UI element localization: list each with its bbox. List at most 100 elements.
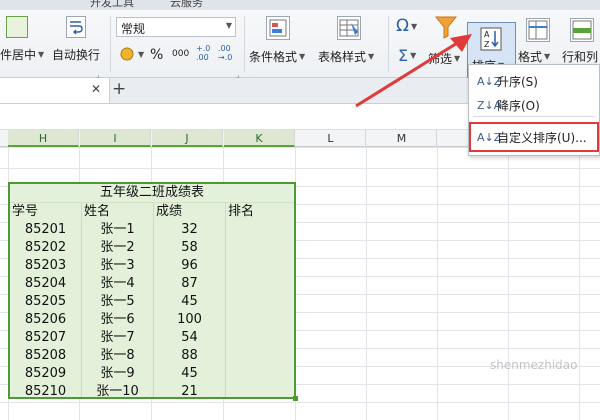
- header-rank[interactable]: 排名: [228, 203, 254, 221]
- cell-student-id[interactable]: 85204: [10, 275, 81, 293]
- wrap-text-label: 自动换行: [52, 48, 101, 62]
- table-row[interactable]: 85204 张一4 87: [10, 275, 294, 293]
- cell-student-id[interactable]: 85207: [10, 329, 81, 347]
- table-title: 五年级二班成绩表: [99, 185, 204, 200]
- cell-name[interactable]: 张一10: [82, 383, 153, 401]
- cell-score[interactable]: 32: [154, 221, 225, 239]
- header-score[interactable]: 成绩: [156, 203, 182, 221]
- cell-name[interactable]: 张一1: [82, 221, 153, 239]
- column-header[interactable]: M: [367, 130, 437, 147]
- tab-developer[interactable]: 开发工具: [90, 0, 134, 10]
- menu-divider: [473, 116, 595, 117]
- wrap-text-button[interactable]: 自动换行: [52, 46, 100, 63]
- cell-student-id[interactable]: 85208: [10, 347, 81, 365]
- cell-score[interactable]: 100: [154, 311, 225, 329]
- menu-item-sort-descending[interactable]: Z↓A 降序(O): [469, 94, 599, 116]
- chevron-down-icon: ▼: [544, 52, 551, 61]
- ribbon-tab-strip: 开发工具 云服务: [0, 0, 600, 10]
- cell-student-id[interactable]: 85202: [10, 239, 81, 257]
- wrap-text-icon[interactable]: [66, 16, 86, 38]
- cell-score[interactable]: 88: [154, 347, 225, 365]
- cell-score[interactable]: 45: [154, 365, 225, 383]
- menu-item-sort-ascending[interactable]: A↓Z 升序(S): [469, 70, 599, 92]
- table-row[interactable]: 85202 张一2 58: [10, 239, 294, 257]
- fill-handle[interactable]: [293, 396, 298, 401]
- number-format-select[interactable]: 常规 ▼: [116, 17, 236, 37]
- sort-ascending-icon: A↓Z: [477, 74, 502, 88]
- conditional-format-label: 条件格式: [249, 50, 298, 64]
- table-row[interactable]: 85208 张一8 88: [10, 347, 294, 365]
- cell-score[interactable]: 45: [154, 293, 225, 311]
- cell-score[interactable]: 87: [154, 275, 225, 293]
- cell-name[interactable]: 张一4: [82, 275, 153, 293]
- table-row[interactable]: 85209 张一9 45: [10, 365, 294, 383]
- chevron-down-icon: ▼: [299, 52, 306, 61]
- cell-score[interactable]: 58: [154, 239, 225, 257]
- cell-student-id[interactable]: 85201: [10, 221, 81, 239]
- cell-name[interactable]: 张一5: [82, 293, 153, 311]
- cell-student-id[interactable]: 85203: [10, 257, 81, 275]
- table-row[interactable]: 85207 张一7 54: [10, 329, 294, 347]
- format-label: 格式: [518, 50, 543, 64]
- cell-name[interactable]: 张一3: [82, 257, 153, 275]
- percent-button[interactable]: %: [150, 47, 163, 63]
- table-row[interactable]: 85203 张一3 96: [10, 257, 294, 275]
- cell-student-id[interactable]: 85205: [10, 293, 81, 311]
- cell-score[interactable]: 96: [154, 257, 225, 275]
- merge-center-button[interactable]: 件居中 ▼: [0, 46, 44, 63]
- row-col-icon: [570, 18, 594, 42]
- sort-az-icon: AZ: [480, 27, 502, 54]
- svg-text:Z: Z: [484, 40, 490, 49]
- thousands-button[interactable]: 000: [172, 49, 189, 59]
- number-format-value: 常规: [121, 22, 146, 36]
- column-header[interactable]: I: [80, 130, 151, 147]
- ribbon-divider: [244, 16, 245, 72]
- increase-decimal-label: +.0 .00: [196, 44, 211, 62]
- sort-descending-label: 降序(O): [497, 98, 540, 113]
- column-header[interactable]: L: [296, 130, 366, 147]
- row-col-button[interactable]: 行和列: [562, 48, 598, 65]
- new-tab-icon[interactable]: +: [112, 79, 126, 99]
- percent-label: %: [150, 47, 164, 63]
- cell-student-id[interactable]: 85210: [10, 383, 81, 401]
- column-header[interactable]: J: [152, 130, 223, 147]
- format-icon: [526, 18, 550, 42]
- menu-item-custom-sort[interactable]: A↓Z 自定义排序(U)...: [469, 122, 599, 152]
- cell-student-id[interactable]: 85209: [10, 365, 81, 383]
- table-row[interactable]: 85201 张一1 32: [10, 221, 294, 239]
- tab-cloud[interactable]: 云服务: [170, 0, 203, 10]
- cell-name[interactable]: 张一7: [82, 329, 153, 347]
- decrease-decimal-button[interactable]: .00 →.0: [218, 44, 236, 62]
- column-header[interactable]: H: [8, 130, 79, 147]
- cell-name[interactable]: 张一9: [82, 365, 153, 383]
- column-header[interactable]: K: [224, 130, 295, 147]
- grade-table[interactable]: 五年级二班成绩表 学号 姓名 成绩 排名 85201 张一1 32 85202 张一2 5…: [8, 182, 296, 399]
- cell-score[interactable]: 21: [154, 383, 225, 401]
- header-student-id[interactable]: 学号: [12, 203, 38, 221]
- document-tab[interactable]: ✕: [0, 78, 110, 103]
- chevron-down-icon: ▼: [225, 21, 232, 30]
- conditional-format-icon: [266, 16, 290, 40]
- cell-student-id[interactable]: 85206: [10, 311, 81, 329]
- header-name[interactable]: 姓名: [84, 203, 110, 221]
- merge-center-label: 件居中: [0, 48, 37, 62]
- cell-name[interactable]: 张一8: [82, 347, 153, 365]
- cell-score[interactable]: 54: [154, 329, 225, 347]
- thousands-label: 000: [172, 49, 190, 59]
- currency-button[interactable]: ▼: [118, 46, 144, 62]
- format-button[interactable]: 格式 ▼: [518, 48, 550, 65]
- increase-decimal-button[interactable]: +.0 .00: [196, 44, 214, 62]
- table-row[interactable]: 85205 张一5 45: [10, 293, 294, 311]
- svg-text:A: A: [484, 30, 490, 39]
- cell-name[interactable]: 张一2: [82, 239, 153, 257]
- ribbon-divider: [110, 16, 111, 72]
- conditional-format-button[interactable]: 条件格式 ▼: [249, 48, 305, 65]
- merge-center-icon[interactable]: [6, 16, 28, 38]
- cell-name[interactable]: 张一6: [82, 311, 153, 329]
- watermark: shenmezhidao: [490, 358, 578, 372]
- close-icon[interactable]: ✕: [91, 82, 101, 96]
- table-row[interactable]: 85206 张一6 100: [10, 311, 294, 329]
- red-arrow-annotation: [355, 34, 472, 108]
- sort-ascending-label: 升序(S): [497, 74, 538, 89]
- table-row[interactable]: 85210 张一10 21: [10, 383, 294, 401]
